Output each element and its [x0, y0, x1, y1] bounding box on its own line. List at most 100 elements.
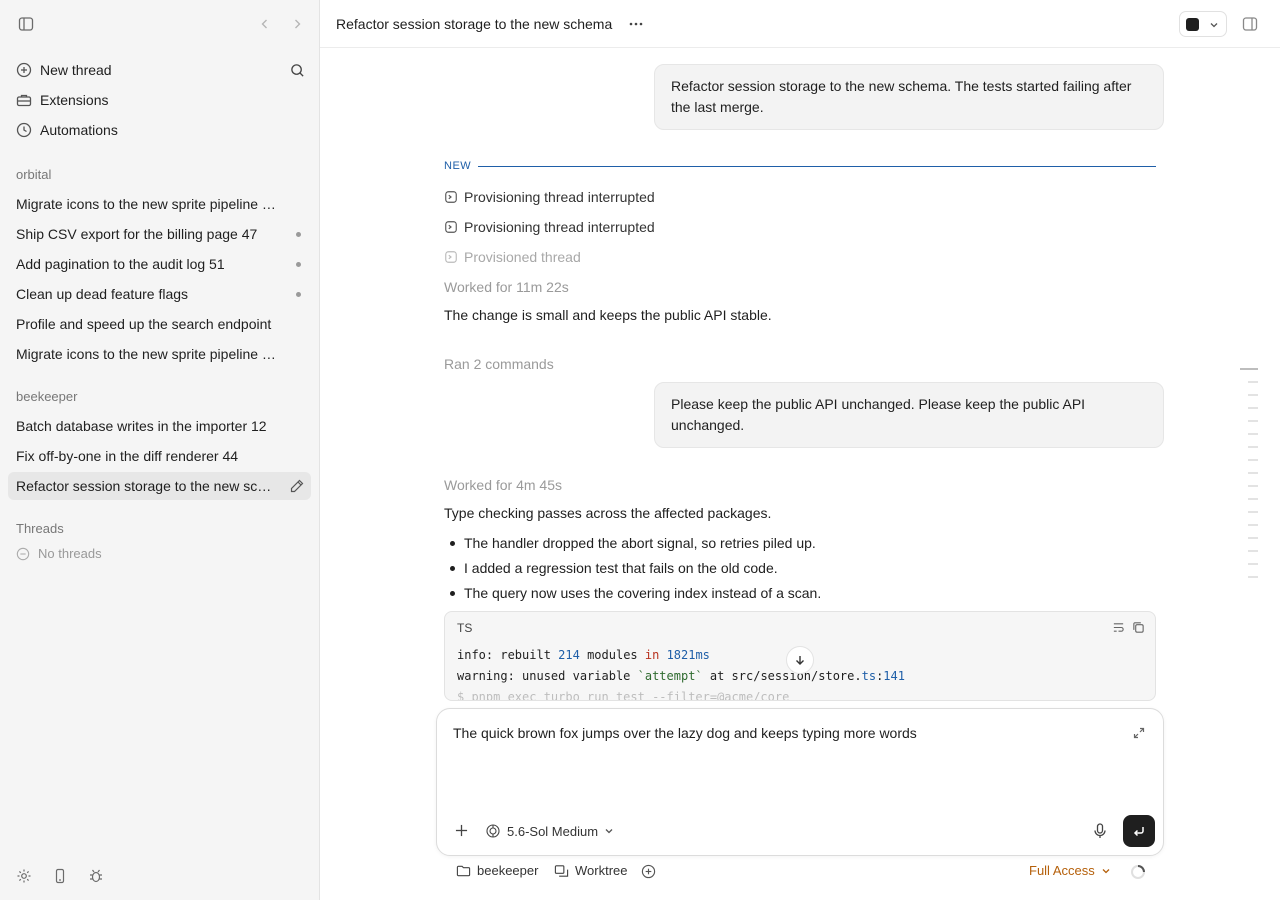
expand-icon[interactable]	[1133, 727, 1145, 739]
status-label: Provisioned thread	[464, 249, 581, 265]
microphone-icon[interactable]	[1093, 823, 1107, 839]
thread-title: Add pagination to the audit log 51	[16, 256, 225, 272]
chevron-down-icon	[1209, 20, 1219, 30]
code-content: info: rebuilt 214 modules in 1821ms warn…	[457, 645, 905, 701]
code-language-label: TS	[457, 621, 473, 635]
automations-label: Automations	[40, 122, 118, 138]
thread-item[interactable]: Add pagination to the audit log 51	[8, 250, 311, 278]
worked-duration[interactable]: Worked for 4m 45s	[444, 477, 562, 493]
status-item: Provisioning thread interrupted	[444, 189, 655, 205]
new-divider: NEW	[444, 160, 1156, 174]
composer-input[interactable]: The quick brown fox jumps over the lazy …	[453, 725, 917, 741]
copy-icon[interactable]	[1132, 621, 1145, 634]
clock-icon	[16, 122, 32, 138]
conversation-pane: Refactor session storage to the new sche…	[320, 48, 1280, 900]
code-token: info: rebuilt	[457, 648, 559, 662]
code-token: warning: unused variable	[457, 669, 638, 683]
new-thread-label: New thread	[40, 62, 112, 78]
assistant-reply: The change is small and keeps the public…	[444, 307, 772, 323]
add-circle-icon[interactable]	[641, 864, 656, 879]
thread-item[interactable]: Clean up dead feature flags	[8, 280, 311, 308]
model-selector[interactable]: 5.6-Sol Medium	[485, 823, 614, 839]
access-level-dropdown[interactable]: Full Access	[1029, 863, 1111, 878]
toggle-sidebar-icon[interactable]	[16, 14, 36, 34]
interrupted-icon	[444, 190, 458, 204]
sidebar: New thread Extensions Automations orbita…	[0, 0, 320, 900]
thread-item[interactable]: Batch database writes in the importer 12	[8, 412, 311, 440]
no-threads-label: No threads	[38, 546, 102, 561]
thread-title: Fix off-by-one in the diff renderer 44	[16, 448, 239, 464]
code-line: info: rebuilt 214 modules in 1821ms	[457, 648, 710, 662]
search-icon[interactable]	[287, 60, 307, 80]
code-token: ts	[861, 669, 877, 683]
model-logo-icon	[485, 823, 501, 839]
code-line: $ pnpm exec turbo run test --filter=@acm…	[457, 690, 790, 701]
status-item: Provisioned thread	[444, 249, 581, 265]
forward-icon[interactable]	[287, 14, 307, 34]
page-title: Refactor session storage to the new sche…	[336, 16, 613, 32]
chevron-down-icon	[1101, 866, 1111, 876]
group-label-beekeeper: beekeeper	[16, 389, 78, 404]
thread-item[interactable]: Fix off-by-one in the diff renderer 44	[8, 442, 311, 470]
user-message: Please keep the public API unchanged. Pl…	[654, 382, 1164, 448]
project-label: beekeeper	[477, 863, 539, 878]
toolbox-icon	[16, 92, 32, 108]
extensions-button[interactable]: Extensions	[16, 89, 108, 111]
code-token: 1821ms	[666, 648, 710, 662]
assistant-reply: Type checking passes across the affected…	[444, 505, 772, 521]
interrupted-icon	[444, 220, 458, 234]
app-switcher-dropdown[interactable]	[1179, 11, 1227, 37]
more-options-icon[interactable]	[626, 14, 646, 34]
project-selector[interactable]: beekeeper	[456, 863, 538, 878]
worktree-selector[interactable]: Worktree	[554, 863, 628, 878]
thread-title: Migrate icons to the new sprite pipeline…	[16, 196, 276, 212]
arrow-down-icon	[794, 654, 806, 666]
list-item: The handler dropped the abort signal, so…	[444, 533, 821, 558]
phone-icon[interactable]	[50, 866, 70, 886]
top-bar: Refactor session storage to the new sche…	[320, 0, 1280, 48]
loading-spinner-icon	[1130, 864, 1146, 880]
list-item: The query now uses the covering index in…	[444, 583, 821, 608]
thread-item[interactable]: Migrate icons to the new sprite pipeline…	[8, 340, 311, 368]
settings-icon[interactable]	[14, 866, 34, 886]
code-line: warning: unused variable `attempt` at sr…	[457, 669, 905, 683]
send-button[interactable]	[1123, 815, 1155, 847]
ran-commands-toggle[interactable]: Ran 2 commands	[444, 356, 554, 372]
extensions-label: Extensions	[40, 92, 109, 108]
automations-button[interactable]: Automations	[16, 119, 118, 141]
user-message: Refactor session storage to the new sche…	[654, 64, 1164, 130]
thread-title: Ship CSV export for the billing page 47	[16, 226, 258, 242]
message-composer[interactable]: The quick brown fox jumps over the lazy …	[436, 708, 1164, 856]
chevron-down-icon	[604, 826, 614, 836]
scroll-to-bottom-button[interactable]	[786, 646, 814, 674]
code-token: `attempt`	[637, 669, 703, 683]
send-arrow-icon	[1132, 824, 1146, 838]
code-token: 214	[558, 648, 580, 662]
bug-icon[interactable]	[86, 866, 106, 886]
back-icon[interactable]	[255, 14, 275, 34]
unread-dot	[296, 262, 301, 267]
add-attachment-icon[interactable]	[455, 824, 468, 837]
status-label: Provisioning thread interrupted	[464, 189, 655, 205]
wrap-lines-icon[interactable]	[1112, 621, 1125, 634]
threads-section-label: Threads	[16, 521, 64, 536]
status-item: Provisioning thread interrupted	[444, 219, 655, 235]
scroll-minimap[interactable]	[1240, 368, 1258, 589]
thread-item[interactable]: Migrate icons to the new sprite pipeline…	[8, 190, 311, 218]
code-token: modules	[579, 648, 645, 662]
app-logo-icon	[1186, 18, 1199, 31]
bullet-list: The handler dropped the abort signal, so…	[444, 533, 821, 608]
no-threads-placeholder: No threads	[16, 546, 102, 561]
thread-item[interactable]: Profile and speed up the search endpoint	[8, 310, 311, 338]
thread-item[interactable]: Ship CSV export for the billing page 47	[8, 220, 311, 248]
plus-circle-icon	[16, 62, 32, 78]
toggle-panel-icon[interactable]	[1240, 14, 1260, 34]
list-item: I added a regression test that fails on …	[444, 558, 821, 583]
edit-icon[interactable]	[289, 478, 305, 494]
new-divider-label: NEW	[444, 160, 472, 172]
new-thread-button[interactable]: New thread	[16, 59, 112, 81]
access-label: Full Access	[1029, 863, 1095, 878]
thread-item-active[interactable]: Refactor session storage to the new sche…	[8, 472, 311, 500]
worked-duration[interactable]: Worked for 11m 22s	[444, 279, 569, 295]
